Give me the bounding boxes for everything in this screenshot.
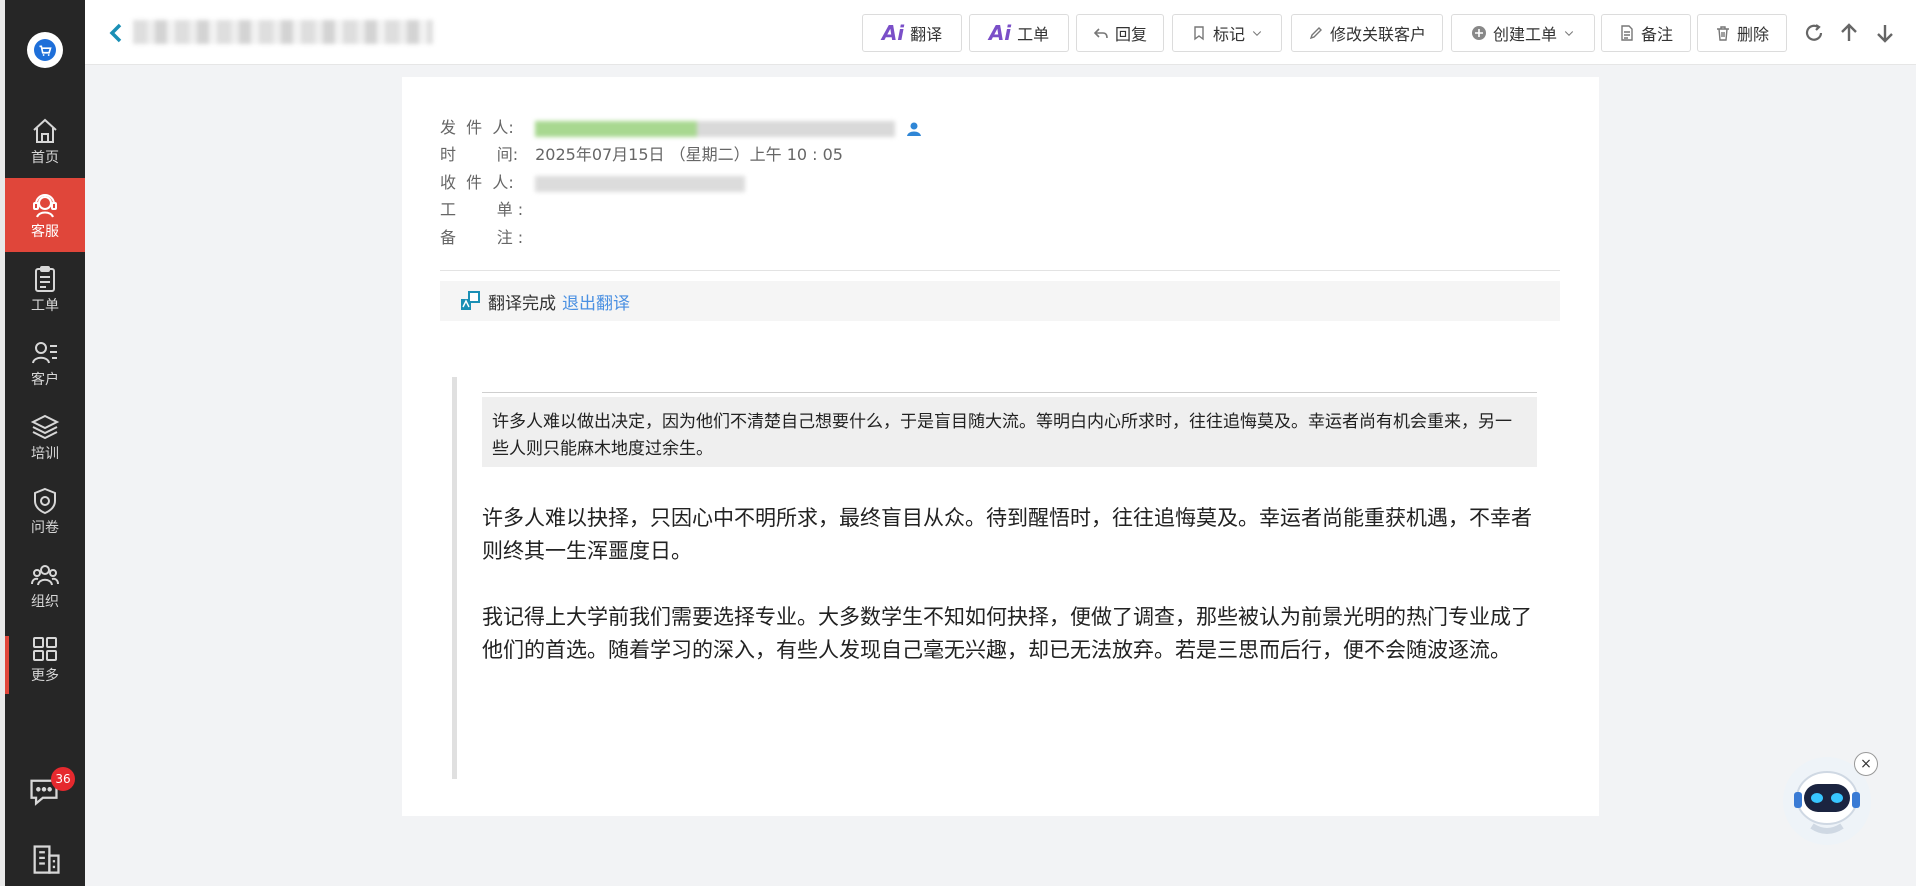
unread-badge: 36 bbox=[51, 767, 75, 791]
mark-label: 标记 bbox=[1212, 25, 1245, 44]
refresh-icon[interactable] bbox=[1803, 22, 1825, 44]
clipboard-icon bbox=[35, 266, 55, 292]
document-icon bbox=[1621, 25, 1633, 41]
sidebar-item-label: 培训 bbox=[31, 446, 59, 462]
sidebar-item-label: 工单 bbox=[31, 298, 59, 314]
translated-paragraph-2: 我记得上大学前我们需要选择专业。大多数学生不知如何抉择，便做了调查，那些被认为前… bbox=[482, 605, 1532, 662]
arrow-down-icon[interactable] bbox=[1874, 22, 1896, 44]
email-card: 发 件 人: 时 间: 2025年07月15日 （星期二）上午 10 : 05 … bbox=[402, 77, 1599, 816]
ai-icon: Ai bbox=[881, 21, 905, 45]
note-button[interactable]: 备注 bbox=[1601, 14, 1691, 52]
sender-label: 发 件 人: bbox=[440, 118, 514, 137]
sidebar-item-service[interactable]: 客服 bbox=[5, 178, 85, 252]
sidebar-item-label: 更多 bbox=[31, 668, 59, 684]
translation-status: 翻译完成 bbox=[488, 293, 556, 314]
header-divider bbox=[440, 270, 1560, 271]
recipient-row: 收 件 人: bbox=[440, 172, 746, 194]
quote-bar bbox=[452, 377, 457, 779]
ticket-label: 工 单 : bbox=[440, 200, 524, 219]
cart-icon bbox=[34, 39, 56, 61]
sidebar-item-customers[interactable]: 客户 bbox=[5, 326, 85, 400]
sidebar-item-label: 首页 bbox=[31, 150, 59, 166]
shield-icon bbox=[34, 487, 56, 515]
sender-redacted bbox=[535, 120, 896, 137]
delete-label: 删除 bbox=[1736, 25, 1769, 44]
translation-status-bar: 翻译完成 退出翻译 bbox=[440, 281, 1560, 321]
chevron-down-icon bbox=[1564, 31, 1574, 36]
time-value: 2025年07月15日 （星期二）上午 10 : 05 bbox=[535, 145, 843, 164]
close-icon[interactable]: × bbox=[1854, 752, 1878, 776]
group-icon bbox=[31, 565, 59, 586]
email-subject-redacted bbox=[133, 20, 433, 44]
home-icon bbox=[33, 118, 57, 143]
reply-button[interactable]: 回复 bbox=[1076, 14, 1164, 52]
toolbar: Ai 翻译 Ai 工单 回复 标记 修改关联客户 创建工单 备注 删除 bbox=[85, 0, 1916, 65]
sidebar-item-label: 客户 bbox=[31, 372, 59, 388]
sidebar-item-home[interactable]: 首页 bbox=[5, 104, 85, 178]
building-icon[interactable] bbox=[29, 842, 63, 876]
pencil-icon bbox=[1309, 27, 1322, 40]
time-label: 时 间: bbox=[440, 145, 519, 164]
sidebar-item-tickets[interactable]: 工单 bbox=[5, 252, 85, 326]
note-label: 备 注 : bbox=[440, 228, 524, 247]
users-list-icon bbox=[32, 342, 57, 364]
sidebar-item-label: 组织 bbox=[31, 594, 59, 610]
reply-icon bbox=[1093, 28, 1108, 39]
ai-icon: Ai bbox=[988, 21, 1012, 45]
edit-linked-customer-button[interactable]: 修改关联客户 bbox=[1291, 14, 1443, 52]
create-ticket-label: 创建工单 bbox=[1492, 25, 1557, 44]
note-label: 备注 bbox=[1640, 25, 1673, 44]
sidebar-item-more[interactable]: 更多 bbox=[5, 622, 85, 696]
recipient-label: 收 件 人: bbox=[440, 173, 514, 192]
sidebar-item-organization[interactable]: 组织 bbox=[5, 548, 85, 622]
mark-dropdown[interactable]: 标记 bbox=[1172, 14, 1282, 52]
ticket-row: 工 单 : bbox=[440, 199, 530, 221]
sidebar: 首页 客服 工单 客户 培训 问卷 组织 更多 36 bbox=[5, 0, 85, 886]
bookmark-icon bbox=[1194, 26, 1204, 41]
plus-circle-icon bbox=[1471, 26, 1486, 40]
recipient-redacted bbox=[535, 175, 746, 192]
layers-icon bbox=[30, 414, 60, 440]
exit-translation-link[interactable]: 退出翻译 bbox=[562, 289, 630, 314]
ai-ticket-label: 工单 bbox=[1017, 25, 1050, 44]
delete-button[interactable]: 删除 bbox=[1697, 14, 1787, 52]
quote-divider bbox=[482, 392, 1537, 393]
grid-icon bbox=[33, 637, 57, 661]
ai-translate-label: 翻译 bbox=[910, 25, 943, 44]
sender-row: 发 件 人: bbox=[440, 117, 922, 139]
sidebar-item-training[interactable]: 培训 bbox=[5, 400, 85, 474]
ai-ticket-button[interactable]: Ai 工单 bbox=[969, 14, 1069, 52]
create-ticket-dropdown[interactable]: 创建工单 bbox=[1451, 14, 1595, 52]
headset-icon bbox=[33, 194, 57, 218]
arrow-up-icon[interactable] bbox=[1838, 22, 1860, 44]
translate-icon bbox=[461, 291, 480, 310]
sidebar-item-label: 客服 bbox=[31, 224, 59, 240]
trash-icon bbox=[1716, 26, 1729, 41]
edit-linked-customer-label: 修改关联客户 bbox=[1329, 25, 1426, 44]
translated-paragraph-1: 许多人难以抉择，只因心中不明所求，最终盲目从众。待到醒悟时，往往追悔莫及。幸运者… bbox=[482, 506, 1532, 563]
contact-icon[interactable] bbox=[906, 121, 922, 137]
note-row: 备 注 : bbox=[440, 227, 530, 249]
sidebar-item-survey[interactable]: 问卷 bbox=[5, 474, 85, 548]
reply-label: 回复 bbox=[1114, 25, 1147, 44]
time-row: 时 间: 2025年07月15日 （星期二）上午 10 : 05 bbox=[440, 144, 843, 166]
chevron-down-icon bbox=[1252, 31, 1262, 36]
back-arrow-icon[interactable] bbox=[107, 22, 125, 44]
original-text: 许多人难以做出决定，因为他们不清楚自己想要什么，于是盲目随大流。等明白内心所求时… bbox=[482, 397, 1537, 467]
shop-logo[interactable] bbox=[27, 32, 63, 68]
ai-translate-button[interactable]: Ai 翻译 bbox=[862, 14, 962, 52]
messages-button[interactable]: 36 bbox=[27, 767, 75, 814]
sidebar-item-label: 问卷 bbox=[31, 520, 59, 536]
